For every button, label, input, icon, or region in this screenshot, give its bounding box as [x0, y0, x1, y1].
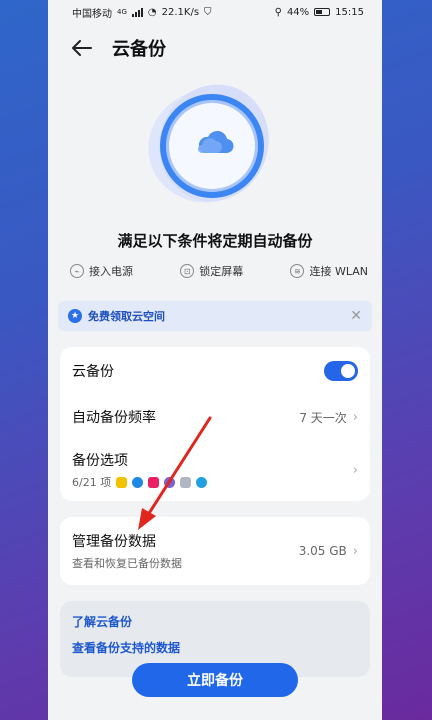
carrier-label: 中国移动	[72, 8, 112, 20]
back-arrow-icon[interactable]	[70, 36, 94, 60]
frequency-value: 7 天一次	[299, 410, 347, 425]
app-icon	[148, 476, 160, 488]
header: 云备份	[48, 24, 382, 72]
net-speed: 22.1K/s	[161, 6, 200, 18]
manage-subtitle: 查看和恢复已备份数据	[72, 557, 182, 570]
shield-icon: ⛉	[204, 6, 212, 18]
supported-data-link[interactable]: 查看备份支持的数据	[72, 639, 358, 656]
condition-lock: ⊡ 锁定屏幕	[180, 263, 243, 279]
learn-cloud-backup-link[interactable]: 了解云备份	[72, 613, 358, 630]
condition-power: ⌁ 接入电源	[70, 263, 133, 279]
app-icon	[180, 476, 192, 488]
conditions-title: 满足以下条件将定期自动备份	[117, 232, 313, 250]
backup-now-button[interactable]: 立即备份	[132, 663, 298, 697]
chevron-right-icon: ›	[352, 543, 358, 559]
lock-icon: ⊡	[180, 264, 195, 278]
frequency-label: 自动备份频率	[72, 410, 156, 426]
options-label: 备份选项	[72, 453, 128, 469]
app-icon	[164, 476, 176, 488]
battery-percent: 44%	[286, 6, 310, 18]
chevron-right-icon: ›	[352, 462, 358, 478]
location-icon: ⚲	[274, 6, 282, 18]
status-bar: 中国移动 4G ◔ 22.1K/s ⛉ ⚲ 44% 15:15	[48, 0, 382, 24]
signal-icon	[131, 7, 143, 17]
battery-icon	[314, 8, 331, 16]
chevron-right-icon: ›	[352, 409, 358, 425]
app-icon	[116, 476, 128, 488]
promo-text: 免费领取云空间	[88, 310, 165, 323]
free-space-banner[interactable]: ★ 免费领取云空间 ✕	[58, 301, 372, 331]
plug-icon: ⌁	[70, 264, 84, 278]
app-icon	[132, 476, 144, 488]
cloud-illustration	[48, 68, 382, 222]
cloud-icon	[198, 130, 234, 154]
cloud-backup-label: 云备份	[72, 364, 114, 380]
phone-screen: 中国移动 4G ◔ 22.1K/s ⛉ ⚲ 44% 15:15 云备份 满足以下…	[48, 0, 382, 720]
page-title: 云备份	[112, 39, 166, 60]
star-badge-icon: ★	[68, 309, 82, 323]
options-count: 6/21 项	[72, 476, 112, 489]
condition-wlan: ≋ 连接 WLAN	[290, 263, 368, 279]
cloud-backup-toggle[interactable]	[324, 361, 358, 381]
wifi-status-icon: ◔	[147, 6, 157, 18]
close-icon[interactable]: ✕	[350, 308, 362, 324]
cloud-backup-row: 云备份	[60, 347, 370, 395]
network-type: 4G	[117, 8, 127, 16]
clock: 15:15	[335, 6, 364, 18]
backup-options-row[interactable]: 备份选项 6/21 项 ›	[60, 439, 370, 501]
app-icon	[196, 476, 208, 488]
backup-size: 3.05 GB	[298, 544, 347, 558]
frequency-row[interactable]: 自动备份频率 7 天一次 ›	[60, 395, 370, 439]
manage-backup-card[interactable]: 管理备份数据 查看和恢复已备份数据 3.05 GB ›	[60, 517, 370, 585]
backup-settings-card: 云备份 自动备份频率 7 天一次 › 备份选项 6/21 项 ›	[60, 347, 370, 501]
conditions-list: ⌁ 接入电源 ⊡ 锁定屏幕 ≋ 连接 WLAN	[48, 263, 382, 279]
manage-label: 管理备份数据	[72, 534, 156, 550]
wifi-icon: ≋	[290, 264, 305, 278]
